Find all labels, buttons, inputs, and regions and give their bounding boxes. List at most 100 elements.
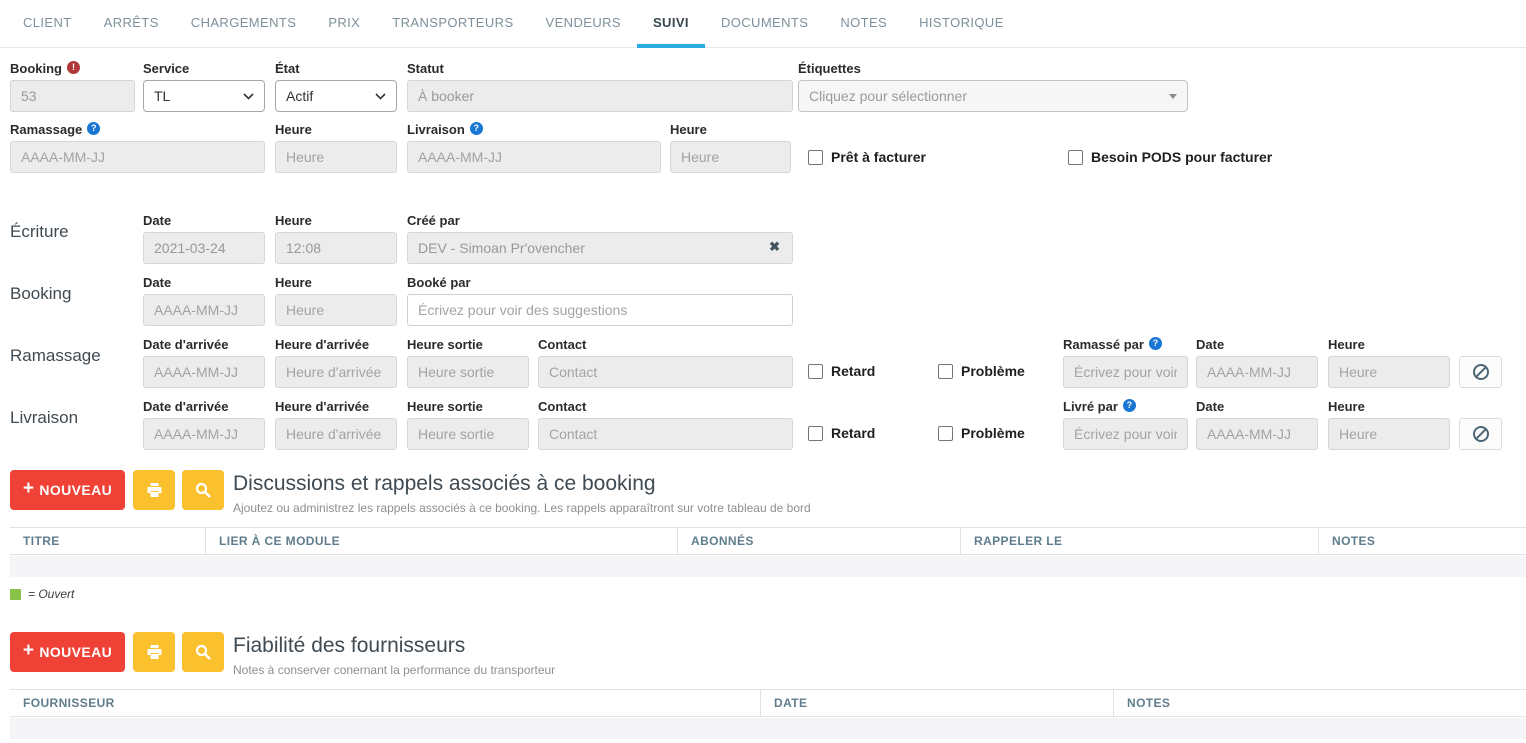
livre-par-input[interactable] [1063, 418, 1188, 450]
livraison-heure-label: Heure [670, 121, 791, 137]
new-discussion-button[interactable]: + NOUVEAU [10, 470, 125, 510]
livraison-reel-date-input[interactable] [1196, 418, 1318, 450]
print-fiabilite-button[interactable] [133, 632, 175, 672]
booking-date-input[interactable] [143, 294, 265, 326]
discussions-table-header: TITRE LIER À CE MODULE ABONNÉS RAPPELER … [10, 527, 1526, 555]
print-discussions-button[interactable] [133, 470, 175, 510]
new-fiabilite-button-label: NOUVEAU [39, 644, 112, 660]
question-circle-icon: ? [1149, 337, 1162, 350]
ramassage-cancel-button[interactable] [1459, 356, 1502, 388]
booke-par-input[interactable] [407, 294, 793, 326]
livraison-heure-arrivee-input[interactable] [275, 418, 397, 450]
clear-x-icon[interactable]: ✖ [769, 240, 780, 253]
service-select[interactable]: TL [143, 80, 265, 112]
new-fiabilite-button[interactable]: + NOUVEAU [10, 632, 125, 672]
ramassage-heure-sortie-input[interactable] [407, 356, 529, 388]
ecriture-heure-label: Heure [275, 212, 397, 228]
livraison-date-input[interactable] [407, 141, 661, 173]
tab-prix[interactable]: PRIX [312, 0, 376, 48]
legend-ouvert-label: = Ouvert [28, 587, 74, 601]
booking-heure-input[interactable] [275, 294, 397, 326]
field-livraison-heure-sortie: Heure sortie [407, 398, 529, 450]
ramassage-date-input[interactable] [10, 141, 265, 173]
livraison-heure-sortie-label: Heure sortie [407, 398, 529, 414]
column-fournisseur[interactable]: FOURNISSEUR [10, 690, 760, 716]
field-ramassage-heure: Heure [275, 121, 397, 173]
tab-historique[interactable]: HISTORIQUE [903, 0, 1020, 48]
ramassage-heure-arrivee-label: Heure d'arrivée [275, 336, 397, 352]
field-ramassage-date: Ramassage? [10, 121, 265, 173]
new-discussion-button-label: NOUVEAU [39, 482, 112, 498]
column-abonnes[interactable]: ABONNÉS [677, 528, 960, 554]
field-cree-par: Créé par ✖ [407, 212, 793, 264]
checkbox-livraison-probleme[interactable]: Problème [938, 425, 1025, 441]
checkbox-ramassage-retard[interactable]: Retard [808, 363, 875, 379]
field-livre-par: Livré par? [1063, 398, 1188, 450]
livraison-retard-checkbox[interactable] [808, 426, 823, 441]
ramassage-reel-date-input[interactable] [1196, 356, 1318, 388]
question-circle-icon: ? [1123, 399, 1136, 412]
ramassage-probleme-checkbox[interactable] [938, 364, 953, 379]
livraison-heure-sortie-input[interactable] [407, 418, 529, 450]
livraison-retard-label: Retard [831, 425, 875, 441]
livraison-contact-input[interactable] [538, 418, 793, 450]
tab-client[interactable]: CLIENT [7, 0, 88, 48]
column-rappeler-le[interactable]: RAPPELER LE [960, 528, 1318, 554]
field-ramassage-date-arrivee: Date d'arrivée [143, 336, 265, 388]
field-livraison-date: Livraison? [407, 121, 661, 173]
pret-a-facturer-checkbox[interactable] [808, 150, 823, 165]
etiquettes-placeholder: Cliquez pour sélectionner [809, 88, 967, 104]
tab-vendeurs[interactable]: VENDEURS [530, 0, 637, 48]
etiquettes-multiselect[interactable]: Cliquez pour sélectionner [798, 80, 1188, 112]
checkbox-livraison-retard[interactable]: Retard [808, 425, 875, 441]
column-date[interactable]: DATE [760, 690, 1113, 716]
ramassage-date-arrivee-input[interactable] [143, 356, 265, 388]
tab-notes[interactable]: NOTES [824, 0, 903, 48]
booking-date-label: Date [143, 274, 265, 290]
ramasse-par-input[interactable] [1063, 356, 1188, 388]
column-titre[interactable]: TITRE [10, 528, 205, 554]
livraison-date-arrivee-input[interactable] [143, 418, 265, 450]
checkbox-pret-a-facturer[interactable]: Prêt à facturer [808, 149, 926, 165]
cree-par-input[interactable] [407, 232, 793, 264]
search-discussions-button[interactable] [182, 470, 224, 510]
ramassage-reel-heure-input[interactable] [1328, 356, 1450, 388]
legend-ouvert: = Ouvert [10, 587, 74, 601]
tab-arrets[interactable]: ARRÊTS [88, 0, 175, 48]
field-livraison-reel-heure: Heure [1328, 398, 1450, 450]
tab-transporteurs[interactable]: TRANSPORTEURS [376, 0, 529, 48]
ramassage-heure-input[interactable] [275, 141, 397, 173]
column-lier-a-ce-module[interactable]: LIER À CE MODULE [205, 528, 677, 554]
discussions-subtitle: Ajoutez ou administrez les rappels assoc… [233, 501, 811, 515]
ramassage-reel-heure-label: Heure [1328, 336, 1450, 352]
field-livraison-reel-date: Date [1196, 398, 1318, 450]
tab-documents[interactable]: DOCUMENTS [705, 0, 824, 48]
column-notes[interactable]: NOTES [1318, 528, 1526, 554]
livraison-probleme-checkbox[interactable] [938, 426, 953, 441]
livraison-heure-input[interactable] [670, 141, 791, 173]
ramassage-date-arrivee-label: Date d'arrivée [143, 336, 265, 352]
question-circle-icon: ? [470, 122, 483, 135]
livraison-date-arrivee-label: Date d'arrivée [143, 398, 265, 414]
ramassage-retard-checkbox[interactable] [808, 364, 823, 379]
field-ramassage-heure-sortie: Heure sortie [407, 336, 529, 388]
fiabilite-title: Fiabilité des fournisseurs [233, 634, 555, 658]
besoin-pods-checkbox[interactable] [1068, 150, 1083, 165]
checkbox-ramassage-probleme[interactable]: Problème [938, 363, 1025, 379]
ecriture-heure-input[interactable] [275, 232, 397, 264]
search-icon [195, 482, 211, 498]
livraison-reel-heure-input[interactable] [1328, 418, 1450, 450]
field-ecriture-heure: Heure [275, 212, 397, 264]
ramassage-heure-arrivee-input[interactable] [275, 356, 397, 388]
tab-suivi[interactable]: SUIVI [637, 0, 705, 48]
tab-chargements[interactable]: CHARGEMENTS [175, 0, 313, 48]
search-fiabilite-button[interactable] [182, 632, 224, 672]
ramassage-contact-input[interactable] [538, 356, 793, 388]
ecriture-date-input[interactable] [143, 232, 265, 264]
checkbox-besoin-pods[interactable]: Besoin PODS pour facturer [1068, 149, 1272, 165]
statut-input[interactable] [407, 80, 793, 112]
column-notes[interactable]: NOTES [1113, 690, 1526, 716]
etat-select[interactable]: Actif [275, 80, 397, 112]
booking-input[interactable] [10, 80, 135, 112]
livraison-cancel-button[interactable] [1459, 418, 1502, 450]
